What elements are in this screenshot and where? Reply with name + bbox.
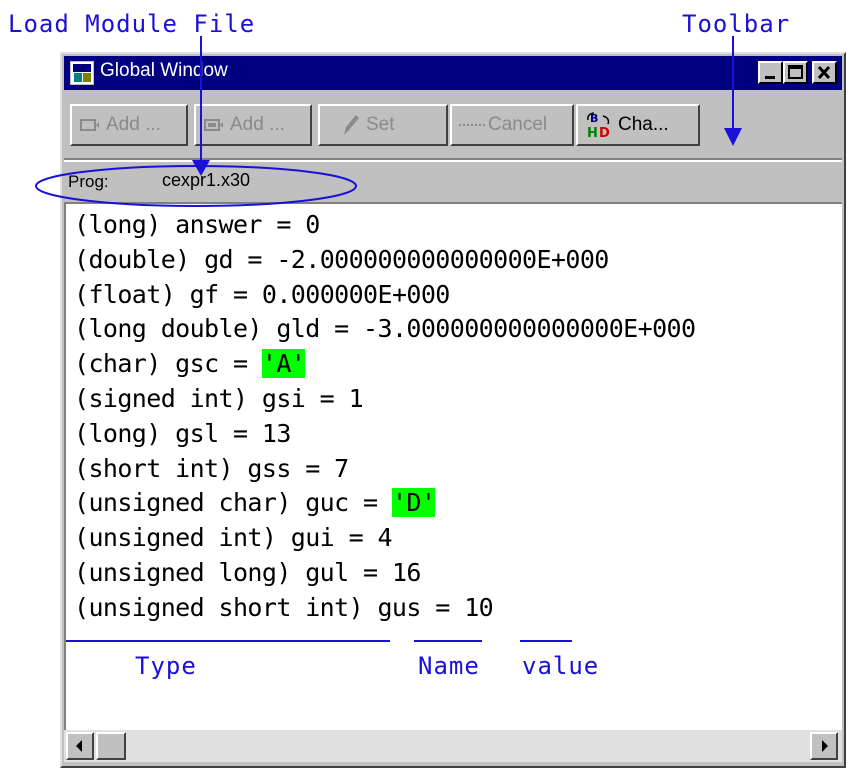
- variable-value[interactable]: 7: [334, 454, 349, 483]
- variable-row[interactable]: (unsigned int) gui = 4: [74, 521, 695, 556]
- variable-name: gld: [276, 314, 320, 344]
- window-title: Global Window: [100, 60, 228, 81]
- scroll-right-button[interactable]: [810, 732, 838, 760]
- variable-value[interactable]: 'D': [391, 488, 436, 518]
- variable-name: gd: [204, 244, 234, 274]
- variable-name: gsi: [261, 383, 306, 413]
- arrow-right-icon: [822, 740, 828, 752]
- maximize-icon: [788, 65, 803, 79]
- load-module-file-name: cexpr1.x30: [162, 170, 251, 190]
- variable-row[interactable]: (double) gd = -2.000000000000000E+000: [74, 243, 695, 278]
- variable-type: (double): [74, 244, 190, 274]
- maximize-button[interactable]: [783, 61, 808, 84]
- variable-row[interactable]: (long double) gld = -3.000000000000000E+…: [74, 312, 696, 347]
- svg-text:D: D: [599, 126, 610, 140]
- set-button[interactable]: Set: [318, 104, 448, 146]
- minimize-icon: [765, 76, 775, 79]
- variable-name: gul: [305, 557, 349, 587]
- variable-value[interactable]: 13: [262, 419, 292, 448]
- variable-name: gui: [290, 523, 335, 553]
- arrow-left-icon: [76, 740, 82, 752]
- value-column-annotation: value: [522, 652, 600, 680]
- app-window-icon[interactable]: [70, 61, 94, 85]
- variable-value[interactable]: 'A': [261, 349, 306, 379]
- variable-name: gus: [377, 592, 421, 622]
- name-column-annotation: Name: [418, 652, 480, 680]
- radix-change-button[interactable]: BHD Cha...: [576, 104, 700, 146]
- add-watch-icon: [80, 119, 99, 131]
- add-watch-button[interactable]: Add ...: [70, 104, 188, 146]
- variable-row[interactable]: (unsigned short int) gus = 10: [74, 591, 695, 626]
- type-column-annotation: Type: [135, 652, 197, 680]
- variable-value[interactable]: 0.000000E+000: [262, 280, 450, 309]
- radix-change-label: Cha...: [618, 114, 669, 135]
- variable-row[interactable]: (float) gf = 0.000000E+000: [74, 278, 695, 313]
- prog-label: Prog:: [68, 172, 109, 191]
- toolbar-annotation: Toolbar: [682, 10, 791, 38]
- set-label: Set: [366, 114, 395, 135]
- variable-row[interactable]: (long) answer = 0: [74, 208, 695, 243]
- variable-row[interactable]: (signed int) gsi = 1: [74, 382, 695, 417]
- add-watch-all-icon: [204, 119, 223, 131]
- variable-type: (long double): [74, 314, 262, 344]
- variable-name: gss: [247, 453, 291, 483]
- cancel-label: Cancel: [488, 114, 548, 135]
- pencil-icon: [344, 115, 359, 135]
- variable-value[interactable]: 16: [392, 558, 422, 587]
- add-watch-label: Add ...: [106, 114, 161, 135]
- variable-type: (signed int): [74, 383, 248, 413]
- scroll-thumb[interactable]: [96, 732, 126, 760]
- variable-type: (short int): [74, 453, 234, 483]
- variable-row[interactable]: (unsigned long) gul = 16: [74, 556, 695, 591]
- variable-name: answer: [175, 210, 262, 239]
- add-watch-all-label: Add ...: [230, 114, 285, 135]
- add-watch-all-button[interactable]: Add ...: [194, 104, 312, 146]
- variable-list-area[interactable]: (long) answer = 0 (double) gd = -2.000000…: [64, 202, 842, 730]
- variable-name: gsc: [175, 349, 219, 379]
- variable-name: gf: [189, 279, 220, 309]
- variable-row[interactable]: (short int) gss = 7: [74, 452, 695, 487]
- variable-value[interactable]: 10: [464, 593, 494, 622]
- value-underline: [520, 640, 572, 642]
- svg-text:H: H: [587, 126, 598, 140]
- radix-change-icon: BH D: [587, 112, 610, 140]
- minimize-button[interactable]: [758, 61, 783, 84]
- variable-type: (unsigned long): [74, 557, 291, 587]
- variable-type: (long): [74, 418, 161, 448]
- variable-type: (unsigned short int): [74, 592, 364, 622]
- load-module-file-annotation: Load Module File: [8, 10, 256, 38]
- toolbar-separator: [64, 158, 842, 162]
- title-bar[interactable]: Global Window: [64, 56, 842, 90]
- horizontal-scrollbar[interactable]: [64, 730, 842, 762]
- close-icon: [817, 65, 831, 80]
- variable-type: (float): [74, 279, 176, 309]
- close-button[interactable]: [812, 61, 837, 84]
- variable-row[interactable]: (char) gsc = 'A': [74, 347, 695, 382]
- variable-list: (long) answer = 0 (double) gd = -2.000000…: [74, 208, 696, 626]
- variable-type: (long): [74, 210, 161, 239]
- type-underline: [66, 640, 390, 642]
- variable-row[interactable]: (unsigned char) guc = 'D': [74, 486, 695, 521]
- variable-value[interactable]: 1: [349, 384, 364, 413]
- variable-type: (unsigned int): [74, 523, 277, 553]
- variable-value[interactable]: 0: [305, 210, 320, 239]
- variable-name: guc: [305, 488, 349, 518]
- variable-name: gsl: [175, 418, 219, 448]
- variable-type: (unsigned char): [74, 488, 291, 518]
- variable-value[interactable]: -2.000000000000000E+000: [276, 245, 609, 274]
- variable-row[interactable]: (long) gsl = 13: [74, 417, 695, 452]
- cancel-icon: [459, 124, 485, 126]
- cancel-button[interactable]: Cancel: [450, 104, 574, 146]
- variable-value[interactable]: -3.000000000000000E+000: [363, 314, 696, 343]
- name-underline: [414, 640, 482, 642]
- variable-type: (char): [74, 349, 161, 379]
- global-window: Global Window Add ... Add ... Set Cancel…: [60, 52, 846, 768]
- variable-value[interactable]: 4: [378, 523, 393, 552]
- scroll-left-button[interactable]: [66, 732, 94, 760]
